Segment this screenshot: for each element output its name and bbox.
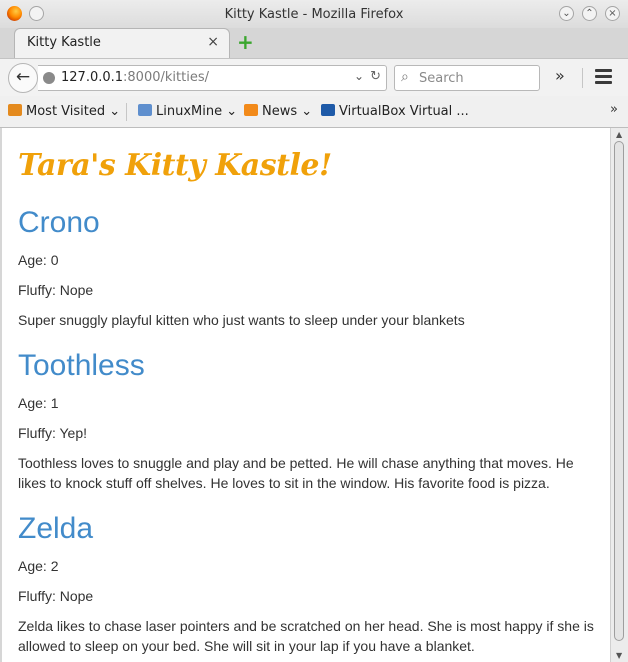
window-titlebar: Kitty Kastle - Mozilla Firefox ⌄ ⌃ × [0,0,628,29]
bookmark-label: VirtualBox Virtual ... [339,104,469,119]
kitty-name: Toothless [18,349,145,382]
bookmark-separator [126,103,127,121]
window-title: Kitty Kastle - Mozilla Firefox [224,7,404,22]
url-host: 127.0.0.1 [61,70,124,85]
kitty-card-zelda: Zelda Age: 2 Fluffy: Nope Zelda likes to… [18,512,598,656]
kitty-card-crono: Crono Age: 0 Fluffy: Nope Super snuggly … [18,206,598,330]
bookmarks-toolbar: Most Visited ⌄ LinuxMine ⌄ News ⌄ Virtua… [0,96,628,128]
tab-close-icon[interactable]: × [207,34,219,50]
back-arrow-icon: ← [15,67,31,87]
kitty-fluffy: Fluffy: Nope [18,282,94,298]
kitty-name: Crono [18,206,100,239]
chevron-down-icon: ⌄ [301,104,313,119]
bookmark-label: News [262,104,298,119]
kitty-age: Age: 2 [18,558,59,574]
navigation-toolbar: 127.0.0.1:8000/kitties/ ⌄ ↻ ← ⌕ Search » [0,58,628,97]
search-bar[interactable]: ⌕ Search [394,65,540,91]
maximize-button[interactable]: ⌃ [582,6,597,21]
rss-icon [244,104,258,116]
scrollbar-thumb[interactable] [614,141,624,641]
bookmark-label: Most Visited [26,104,106,119]
tab-kitty-kastle[interactable]: Kitty Kastle × [14,28,230,58]
toolbar-separator [582,68,583,88]
vertical-scrollbar[interactable]: ▲ ▼ [610,128,628,662]
chevron-down-icon: ⌄ [109,104,121,119]
minimize-button[interactable]: ⌄ [559,6,574,21]
back-button[interactable]: ← [8,63,38,93]
kitty-age: Age: 0 [18,252,59,268]
bookmark-news[interactable]: News ⌄ [244,104,312,119]
scroll-up-icon[interactable]: ▲ [616,130,622,139]
kitty-age: Age: 1 [18,395,59,411]
kitty-description: Zelda likes to chase laser pointers and … [18,618,594,654]
url-path: :8000/kitties/ [123,70,209,85]
url-text[interactable]: 127.0.0.1:8000/kitties/ [61,70,209,85]
new-tab-button[interactable]: + [237,31,254,53]
bookmark-linuxmine[interactable]: LinuxMine ⌄ [138,104,237,119]
search-icon: ⌕ [401,69,409,85]
bookmark-most-visited[interactable]: Most Visited ⌄ [8,104,120,119]
folder-icon [138,104,152,116]
kitty-name: Zelda [18,512,94,545]
close-window-button[interactable]: × [605,6,620,21]
scroll-down-icon[interactable]: ▼ [616,651,622,660]
chevron-down-icon: ⌄ [226,104,238,119]
hamburger-menu-icon[interactable] [595,69,612,87]
tab-label: Kitty Kastle [27,35,101,50]
bookmarks-overflow-button[interactable]: » [610,102,618,117]
bookmark-virtualbox[interactable]: VirtualBox Virtual ... [321,104,469,119]
bookmark-label: LinuxMine [156,104,223,119]
page-title: Tara's Kitty Kastle! [18,148,332,183]
kitty-card-toothless: Toothless Age: 1 Fluffy: Yep! Toothless … [18,349,598,493]
page-content: Tara's Kitty Kastle! Crono Age: 0 Fluffy… [2,128,610,662]
reload-icon[interactable]: ↻ [370,69,381,84]
virtualbox-icon [321,104,335,116]
globe-icon [43,72,55,84]
search-placeholder: Search [419,71,464,86]
toolbar-overflow-button[interactable]: » [555,66,565,85]
kitty-description: Super snuggly playful kitten who just wa… [18,312,465,328]
url-bar[interactable]: 127.0.0.1:8000/kitties/ ⌄ ↻ [38,65,387,91]
tab-strip: Kitty Kastle × + [0,28,628,58]
url-dropdown-icon[interactable]: ⌄ [354,69,364,83]
kitty-description: Toothless loves to snuggle and play and … [18,455,574,491]
most-visited-icon [8,104,22,116]
kitty-fluffy: Fluffy: Nope [18,588,94,604]
kitty-fluffy: Fluffy: Yep! [18,425,88,441]
